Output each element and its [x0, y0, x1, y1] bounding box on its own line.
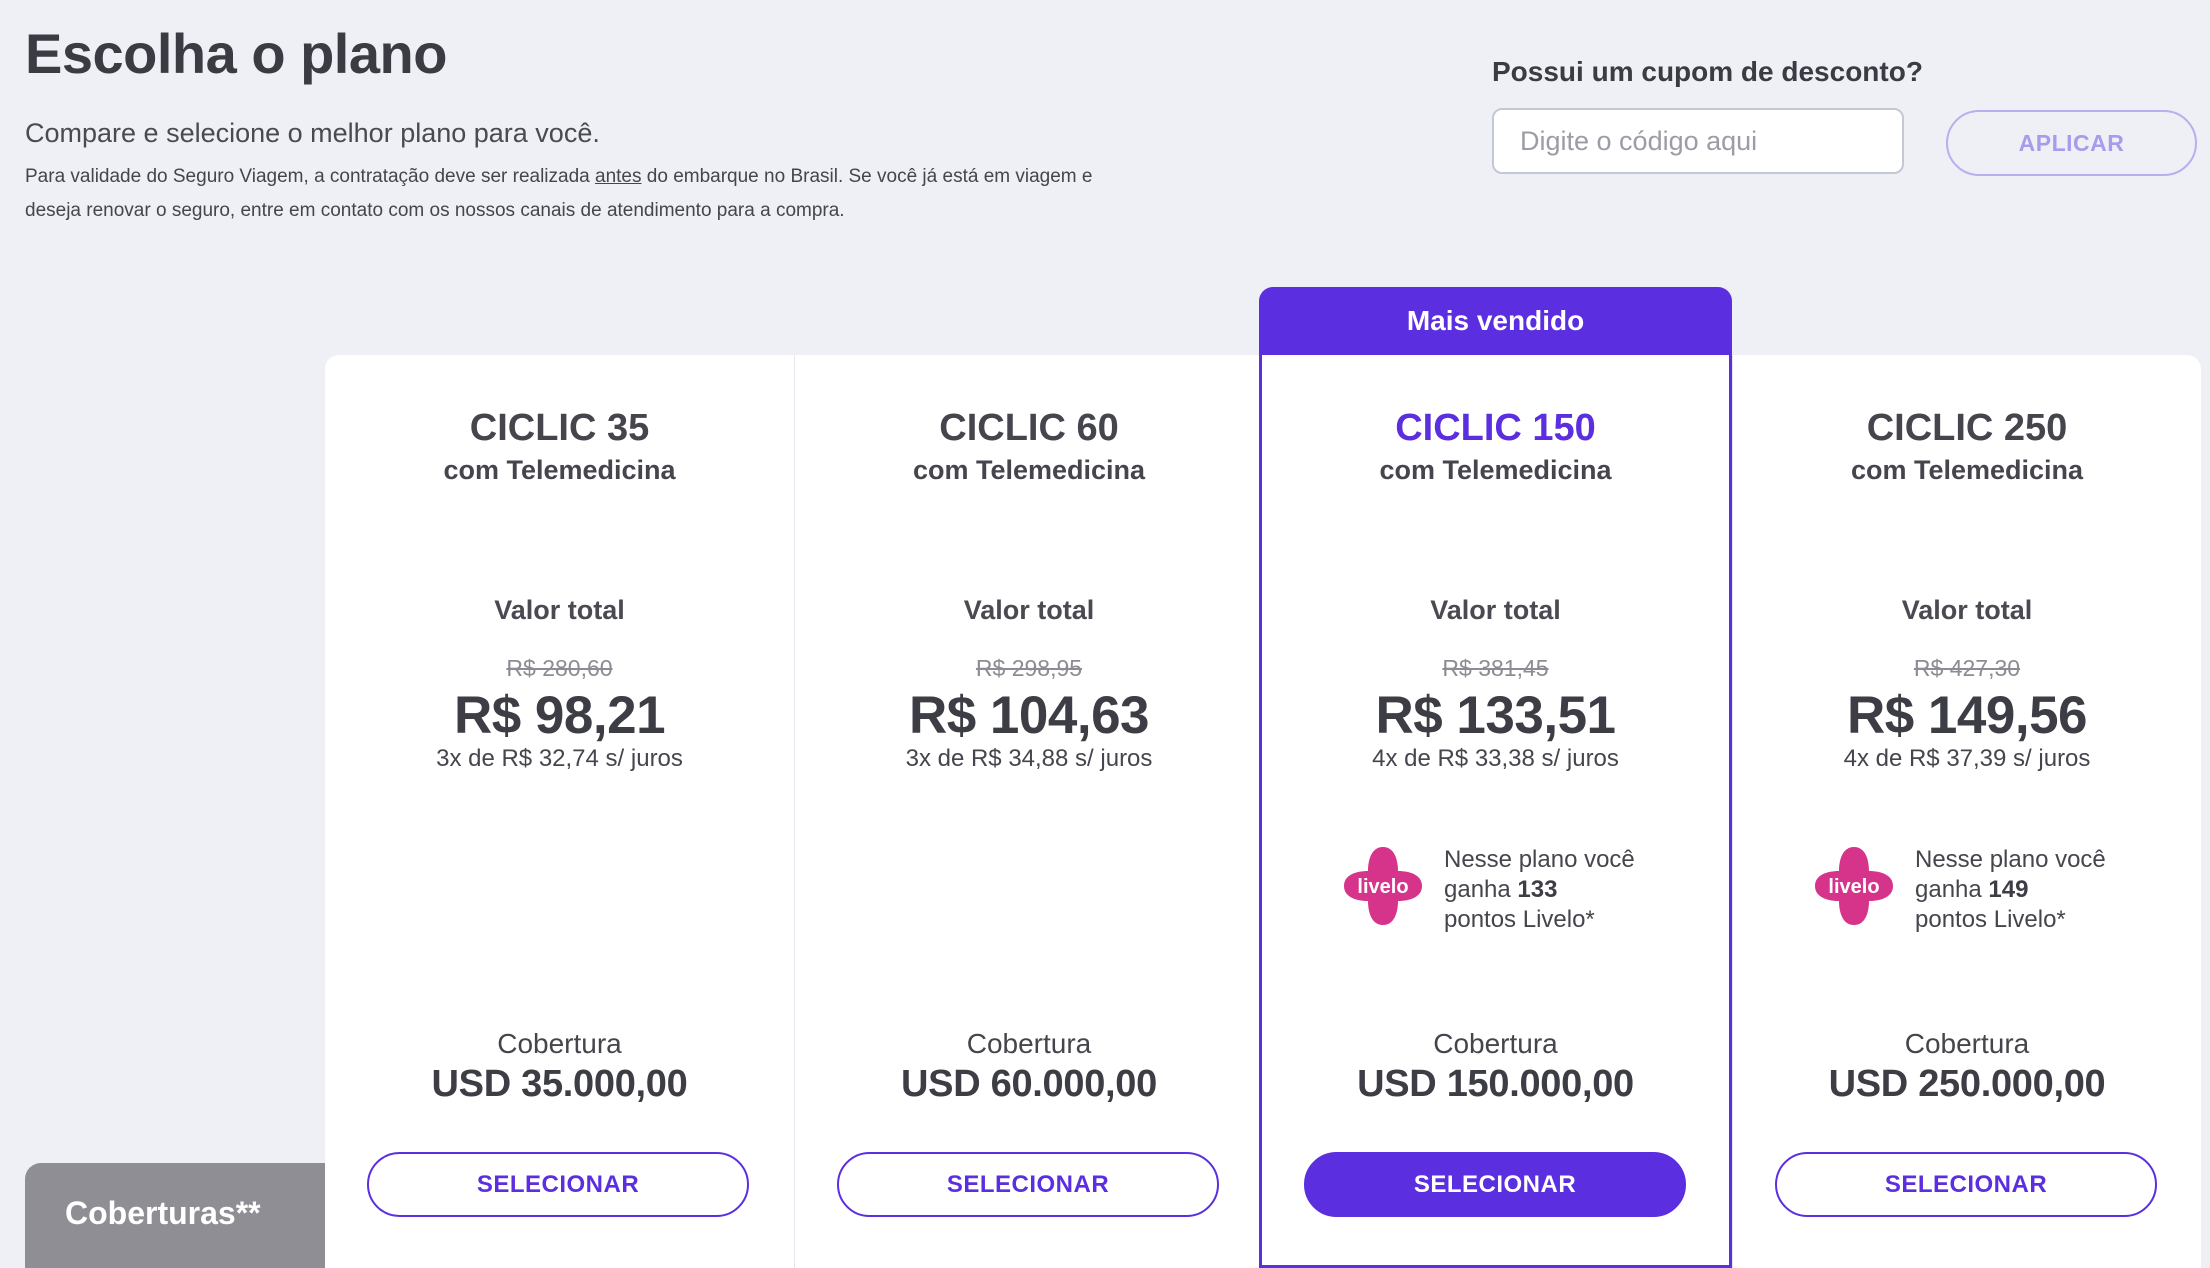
installments: 3x de R$ 32,74 s/ juros [436, 745, 683, 772]
plan-subtitle: com Telemedicina [1379, 455, 1612, 485]
price: R$ 98,21 [453, 686, 666, 745]
livelo-text: Nesse plano você ganha 149 pontos Livelo… [1915, 845, 2155, 935]
livelo-line-3: pontos Livelo* [1915, 906, 2066, 933]
installments: 4x de R$ 37,39 s/ juros [1843, 745, 2091, 772]
old-price: R$ 381,45 [1442, 655, 1549, 681]
price: R$ 104,63 [908, 686, 1150, 745]
svg-text:livelo: livelo [1828, 876, 1879, 898]
installments: 4x de R$ 33,38 s/ juros [1372, 745, 1619, 772]
svg-text:livelo: livelo [1357, 876, 1408, 898]
total-value-label: Valor total [494, 595, 625, 625]
livelo-logo-icon: livelo [1815, 847, 1893, 925]
price: R$ 133,51 [1375, 686, 1616, 745]
page-subtitle: Compare e selecione o melhor plano para … [25, 118, 600, 148]
coverage-label: Cobertura [966, 1028, 1092, 1059]
plan-subtitle: com Telemedicina [1850, 455, 2084, 485]
coverage-label: Cobertura [497, 1028, 622, 1059]
select-plan-button[interactable]: SELECIONAR [837, 1152, 1219, 1217]
apply-coupon-button[interactable]: APLICAR [1946, 110, 2197, 176]
coverage-value: USD 150.000,00 [1357, 1063, 1634, 1105]
plan-card-ciclic-35: CICLIC 35 com Telemedicina Valor total R… [325, 355, 794, 1268]
plan-card-ciclic-250: CICLIC 250 com Telemedicina Valor total … [1732, 355, 2201, 1268]
livelo-line-1: Nesse plano você [1444, 846, 1635, 873]
best-seller-badge: Mais vendido [1259, 287, 1732, 355]
coverage-value: USD 250.000,00 [1828, 1063, 2106, 1105]
livelo-points: 133 [1517, 876, 1558, 903]
old-price: R$ 298,95 [975, 655, 1083, 681]
coverage-label: Cobertura [1433, 1028, 1558, 1059]
plans-table: CICLIC 35 com Telemedicina Valor total R… [325, 355, 2201, 1268]
coupon-label: Possui um cupom de desconto? [1492, 56, 1923, 87]
livelo-points: 149 [1988, 876, 2029, 903]
plan-card-ciclic-150: CICLIC 150 com Telemedicina Valor total … [1259, 355, 1732, 1268]
old-price: R$ 280,60 [506, 655, 613, 681]
notice-underlined: antes [595, 166, 642, 187]
page-header: Escolha o plano Compare e selecione o me… [25, 22, 1135, 228]
coberturas-tab[interactable]: Coberturas** [25, 1163, 325, 1268]
installments: 3x de R$ 34,88 s/ juros [905, 745, 1153, 772]
price: R$ 149,56 [1846, 686, 2088, 745]
total-value-label: Valor total [1901, 595, 2033, 625]
coverage-label: Cobertura [1904, 1028, 2030, 1059]
plan-name: CICLIC 60 [939, 407, 1119, 449]
livelo-line-2-prefix: ganha [1915, 876, 1989, 903]
notice-text-1: Para validade do Seguro Viagem, a contra… [25, 166, 596, 187]
coverage-value: USD 35.000,00 [431, 1063, 688, 1105]
total-value-label: Valor total [963, 595, 1095, 625]
validity-notice: Para validade do Seguro Viagem, a contra… [25, 160, 1135, 228]
livelo-logo-icon: livelo [1344, 847, 1422, 925]
plan-name: CICLIC 250 [1866, 407, 2068, 449]
page-title: Escolha o plano [25, 22, 447, 85]
plan-subtitle: com Telemedicina [443, 455, 676, 485]
livelo-points-info: livelo Nesse plano você ganha 133 pontos… [1342, 845, 1682, 945]
plan-name: CICLIC 150 [1395, 407, 1596, 449]
livelo-text: Nesse plano você ganha 133 pontos Livelo… [1444, 845, 1684, 935]
plan-subtitle: com Telemedicina [912, 455, 1146, 485]
select-plan-button[interactable]: SELECIONAR [367, 1152, 749, 1217]
select-plan-button[interactable]: SELECIONAR [1304, 1152, 1686, 1217]
coupon-section: Possui um cupom de desconto? APLICAR [1492, 56, 2197, 176]
livelo-line-2-prefix: ganha [1444, 876, 1518, 903]
livelo-line-1: Nesse plano você [1915, 846, 2106, 873]
livelo-line-3: pontos Livelo* [1444, 906, 1595, 933]
livelo-points-info: livelo Nesse plano você ganha 149 pontos… [1813, 845, 2153, 945]
plan-card-ciclic-60: CICLIC 60 com Telemedicina Valor total R… [794, 355, 1263, 1268]
old-price: R$ 427,30 [1913, 655, 2021, 681]
coupon-input[interactable] [1492, 108, 1904, 174]
select-plan-button[interactable]: SELECIONAR [1775, 1152, 2157, 1217]
coverage-value: USD 60.000,00 [901, 1063, 1157, 1105]
total-value-label: Valor total [1430, 595, 1561, 625]
plan-name: CICLIC 35 [469, 407, 650, 449]
